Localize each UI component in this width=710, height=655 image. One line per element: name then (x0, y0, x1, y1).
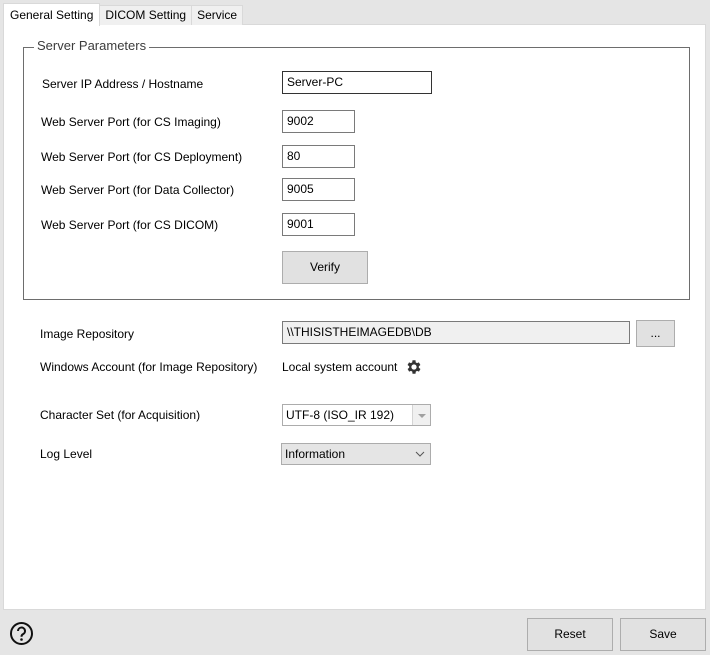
port-cs-deployment-input[interactable]: 80 (282, 145, 355, 168)
server-parameters-title: Server Parameters (34, 38, 150, 53)
windows-account-value: Local system account (282, 360, 398, 374)
log-level-value: Information (285, 447, 346, 461)
tab-dicom-setting[interactable]: DICOM Setting (99, 5, 193, 25)
help-icon[interactable] (9, 621, 34, 646)
log-level-label: Log Level (40, 447, 93, 461)
tab-content-panel: Server Parameters Server IP Address / Ho… (3, 24, 706, 610)
server-ip-label: Server IP Address / Hostname (42, 77, 204, 91)
tab-bar: General Setting DICOM Setting Service (3, 3, 244, 26)
browse-button[interactable]: ... (636, 320, 675, 347)
dropdown-arrow-icon[interactable] (412, 405, 430, 425)
character-set-value: UTF-8 (ISO_IR 192) (286, 408, 395, 422)
port-cs-deployment-label: Web Server Port (for CS Deployment) (41, 150, 243, 164)
image-repository-label: Image Repository (40, 327, 135, 341)
character-set-label: Character Set (for Acquisition) (40, 408, 201, 422)
character-set-select[interactable]: UTF-8 (ISO_IR 192) (282, 404, 431, 426)
port-data-collector-input[interactable]: 9005 (282, 178, 355, 201)
port-cs-imaging-label: Web Server Port (for CS Imaging) (41, 115, 221, 129)
chevron-down-icon (414, 444, 426, 464)
port-data-collector-label: Web Server Port (for Data Collector) (41, 183, 235, 197)
image-repository-input[interactable]: \\THISISTHEIMAGEDB\DB (282, 321, 630, 344)
tab-general-setting[interactable]: General Setting (3, 3, 101, 26)
save-button[interactable]: Save (620, 618, 706, 651)
log-level-select[interactable]: Information (281, 443, 431, 465)
server-ip-input[interactable]: Server-PC (282, 71, 432, 94)
gear-icon[interactable] (405, 358, 423, 376)
port-cs-dicom-input[interactable]: 9001 (282, 213, 355, 236)
port-cs-imaging-input[interactable]: 9002 (282, 110, 355, 133)
port-cs-dicom-label: Web Server Port (for CS DICOM) (41, 218, 219, 232)
tab-service[interactable]: Service (191, 5, 244, 25)
verify-button[interactable]: Verify (282, 251, 368, 284)
reset-button[interactable]: Reset (527, 618, 613, 651)
windows-account-label: Windows Account (for Image Repository) (40, 360, 258, 374)
